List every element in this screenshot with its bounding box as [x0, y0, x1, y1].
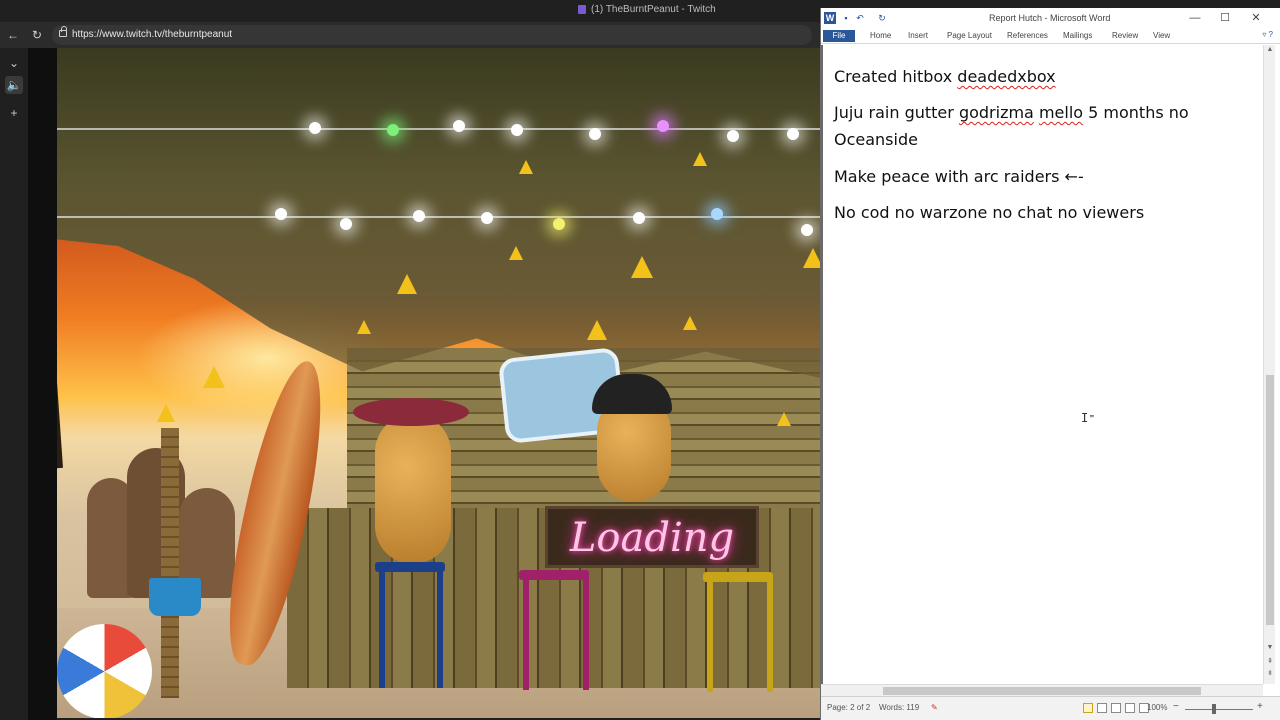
address-bar[interactable]: https://www.twitch.tv/theburntpeanut — [52, 25, 812, 45]
zoom-slider-knob[interactable] — [1212, 704, 1216, 714]
light-bulb — [801, 224, 813, 236]
word-logo-icon[interactable]: W — [824, 12, 836, 24]
twitch-favicon-icon — [578, 5, 586, 14]
light-bulb — [453, 120, 465, 132]
document-title: Report Hutch - Microsoft Word — [989, 13, 1111, 23]
undo-icon[interactable]: ↶ — [855, 12, 865, 24]
refresh-icon[interactable]: ↻ — [28, 26, 46, 44]
minimize-button[interactable]: — — [1183, 10, 1207, 26]
light-bulb — [511, 124, 523, 136]
light-bulb — [309, 122, 321, 134]
tab-title[interactable]: (1) TheBurntPeanut - Twitch — [578, 4, 716, 15]
light-bulb — [787, 128, 799, 140]
tab-references[interactable]: References — [1007, 30, 1048, 42]
vertical-scroll-thumb[interactable] — [1266, 375, 1274, 625]
text-cursor-icon: I⁼ — [1081, 411, 1096, 425]
ribbon-tabs: File Home Insert Page Layout References … — [821, 28, 1280, 44]
page-gutter — [28, 48, 57, 720]
horizontal-scrollbar[interactable] — [821, 684, 1263, 696]
save-icon[interactable]: ▪ — [841, 12, 851, 24]
light-bulb — [387, 124, 399, 136]
word-titlebar: W ▪ ↶ ↻ Report Hutch - Microsoft Word — … — [821, 8, 1280, 28]
word-window: W ▪ ↶ ↻ Report Hutch - Microsoft Word — … — [820, 8, 1280, 720]
scroll-down-icon[interactable]: ▼ — [1264, 643, 1276, 653]
paragraph: Created hitbox deadedxbox — [834, 67, 1056, 86]
light-bulb — [275, 208, 287, 220]
beach-ball — [57, 624, 152, 718]
sun-hat — [353, 398, 469, 426]
misspelled-word[interactable]: mello — [1039, 103, 1083, 122]
tab-mailings[interactable]: Mailings — [1063, 30, 1092, 42]
light-bulb — [633, 212, 645, 224]
light-bulb — [553, 218, 565, 230]
outline-icon[interactable] — [1125, 703, 1135, 713]
zoom-level[interactable]: 100% — [1147, 703, 1167, 712]
next-page-icon[interactable]: ⇟ — [1264, 669, 1276, 679]
vertical-scrollbar[interactable]: ▲ ▼ ⇞ ⇟ — [1263, 45, 1275, 684]
light-bulb — [657, 120, 669, 132]
light-bulb — [711, 208, 723, 220]
tab-view[interactable]: View — [1153, 30, 1170, 42]
page-count[interactable]: Page: 2 of 2 — [827, 703, 870, 712]
maximize-button[interactable]: ☐ — [1213, 10, 1237, 26]
tab-page-layout[interactable]: Page Layout — [947, 30, 992, 42]
loading-neon-sign: Loading — [545, 506, 759, 568]
prev-page-icon[interactable]: ⇞ — [1264, 657, 1276, 667]
misspelled-word[interactable]: deadedxbox — [957, 67, 1055, 86]
tab-home[interactable]: Home — [870, 30, 891, 42]
peanut-character-left — [375, 414, 451, 564]
print-layout-icon[interactable] — [1083, 703, 1093, 713]
scroll-up-icon[interactable]: ▲ — [1264, 45, 1276, 55]
tab-insert[interactable]: Insert — [908, 30, 928, 42]
tiki-torch — [161, 428, 179, 698]
paragraph: Juju rain gutter godrizma mello 5 months… — [834, 103, 1189, 149]
light-bulb — [413, 210, 425, 222]
proofing-icon[interactable]: ✎ — [931, 703, 938, 712]
redo-icon[interactable]: ↻ — [877, 12, 887, 24]
zoom-in-icon[interactable]: + — [1257, 701, 1263, 712]
lock-icon — [59, 26, 67, 37]
tab-title-text: (1) TheBurntPeanut - Twitch — [591, 4, 716, 15]
document-body[interactable]: Created hitbox deadedxbox Juju rain gutt… — [821, 45, 1263, 684]
paragraph: No cod no warzone no chat no viewers — [834, 203, 1145, 222]
light-bulb — [340, 218, 352, 230]
stool-yellow — [703, 572, 773, 582]
back-icon[interactable]: ← — [4, 26, 22, 44]
close-button[interactable]: ✕ — [1244, 10, 1268, 26]
status-bar: Page: 2 of 2 Words: 119 ✎ 100% − + — [821, 696, 1280, 720]
light-bulb — [589, 128, 601, 140]
zoom-slider[interactable] — [1185, 709, 1253, 710]
light-bulb — [727, 130, 739, 142]
zoom-out-icon[interactable]: − — [1173, 701, 1179, 712]
audio-icon[interactable]: 🔈 — [5, 76, 23, 94]
browser-toolbar: ← ↻ https://www.twitch.tv/theburntpeanut — [0, 22, 820, 48]
loading-text: Loading — [569, 515, 735, 561]
tab-review[interactable]: Review — [1112, 30, 1138, 42]
chevron-down-icon[interactable]: ⌄ — [5, 54, 23, 72]
beach-bucket — [149, 578, 201, 616]
tab-file[interactable]: File — [823, 30, 855, 42]
peanut-emote-icon — [157, 404, 175, 422]
light-string — [57, 128, 820, 130]
ribbon-help-icon[interactable]: ▿ ? — [1262, 30, 1273, 39]
stool-magenta — [519, 570, 589, 580]
light-string — [57, 216, 820, 218]
browser-side-panel: ⌄ 🔈 + — [0, 48, 28, 720]
add-icon[interactable]: + — [5, 104, 23, 122]
stool-blue — [375, 562, 445, 572]
misspelled-word[interactable]: godrizma — [959, 103, 1034, 122]
light-bulb — [481, 212, 493, 224]
word-count[interactable]: Words: 119 — [879, 703, 919, 712]
horizontal-scroll-thumb[interactable] — [883, 687, 1201, 695]
web-layout-icon[interactable] — [1111, 703, 1121, 713]
full-screen-reading-icon[interactable] — [1097, 703, 1107, 713]
stream-video[interactable]: Loading — [57, 48, 820, 718]
url-text: https://www.twitch.tv/theburntpeanut — [72, 29, 233, 40]
paragraph: Make peace with arc raiders ←- — [834, 167, 1084, 186]
